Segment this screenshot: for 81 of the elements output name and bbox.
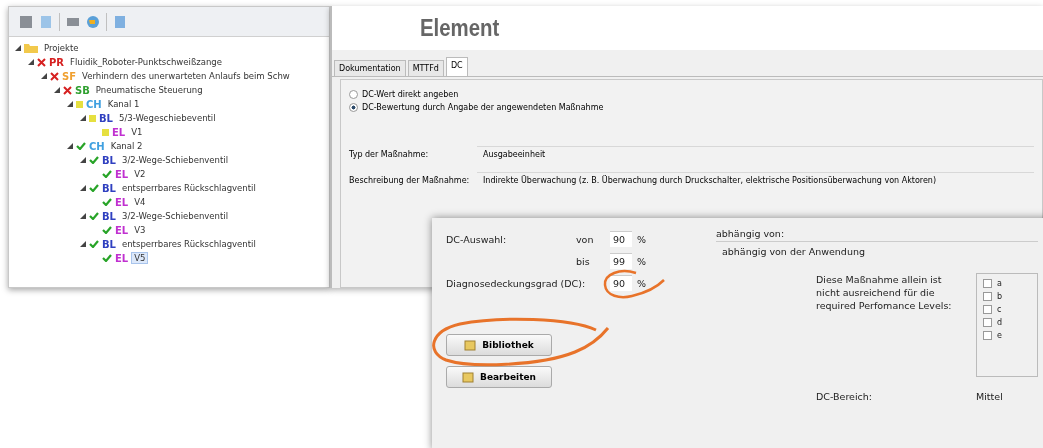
node-type: BL [99,112,113,124]
node-type: EL [115,168,129,180]
field-label: abhängig von: [716,228,1038,242]
checkbox-label: d [997,318,1003,327]
tree-item[interactable]: V1 [128,126,146,138]
checkbox[interactable] [983,292,992,301]
expand-arrow-icon[interactable] [41,73,47,79]
field-label: bis [576,255,591,267]
field-value: Indirekte Überwachung (z. B. Überwachung durch Druckschalter, elektrische Positionsüberwachung von Aktoren) [477,172,1034,188]
field-label: Typ der Maßnahme: [349,149,430,159]
action-button[interactable]: Bearbeiten [446,366,552,388]
checkbox-label: e [997,331,1002,340]
node-type: BL [102,182,116,194]
expand-arrow-icon[interactable] [67,101,73,107]
unit-label: % [636,277,648,289]
number-field[interactable]: 90 [610,231,632,247]
field-label: DC-Auswahl: [446,233,508,245]
tree-item[interactable]: 3/2-Wege-Schiebenventil [119,154,231,166]
node-type: CH [89,140,105,152]
node-type: BL [102,154,116,166]
checkbox[interactable] [983,279,992,288]
tree-item[interactable]: V2 [131,168,149,180]
checkbox[interactable] [983,305,992,314]
tab[interactable]: DC [445,57,468,76]
tree-item[interactable]: V4 [131,196,149,208]
field-label: DC-Bereich: [816,391,874,402]
expand-arrow-icon[interactable] [80,241,86,247]
action-button[interactable]: Bibliothek [446,334,552,356]
node-type: PR [49,56,65,68]
unit-label: % [636,255,648,267]
tree-item[interactable]: Verhindern des unerwarteten Anlaufs beim Schw [79,70,293,82]
radio-label: DC-Bewertung durch Angabe der angewendeten Maßnahme [362,103,604,112]
node-type: CH [86,98,102,110]
tree-item[interactable]: Pneumatische Steuerung [92,84,206,96]
field-value: Mittel [976,391,1003,402]
tree-item[interactable]: entsperrbares Rückschlagventil [119,238,259,250]
checkbox[interactable] [983,331,992,340]
number-field[interactable]: 99 [610,253,632,269]
expand-arrow-icon[interactable] [54,87,60,93]
tab[interactable]: MTTFd [407,60,444,76]
node-type: EL [115,224,129,236]
note-text: Diese Maßnahme allein ist nicht ausreichend für die required Perfomance Levels: [816,273,953,313]
checkbox-label: c [997,305,1002,314]
unit-label: % [636,233,648,245]
panel-title: Element [420,14,500,42]
node-type: EL [115,196,129,208]
expand-arrow-icon[interactable] [80,213,86,219]
field-value: Ausgabeeinheit [477,146,1034,162]
expand-arrow-icon[interactable] [80,185,86,191]
field-label: Diagnosedeckungsgrad (DC): [446,277,587,289]
tree-item[interactable]: V3 [131,224,149,236]
tree-item[interactable]: V5 [131,252,149,264]
number-field[interactable]: 90 [610,275,632,291]
radio-label: DC-Wert direkt angeben [362,90,459,99]
node-type: SB [75,84,90,96]
expand-arrow-icon[interactable] [67,143,73,149]
checkbox-label: a [997,279,1002,288]
field-label: Beschreibung der Maßnahme: [349,175,471,185]
tree-item[interactable]: Projekte [41,42,82,54]
tree-item[interactable]: Kanal 2 [107,140,146,152]
tree-item[interactable]: 5/3-Wegeschiebeventil [116,112,219,124]
radio-button[interactable] [349,90,358,99]
expand-arrow-icon[interactable] [80,157,86,163]
checkbox-label: b [997,292,1003,301]
radio-button[interactable] [349,103,358,112]
expand-arrow-icon[interactable] [80,115,86,121]
node-type: BL [102,238,116,250]
tree-item[interactable]: entsperrbares Rückschlagventil [119,182,259,194]
expand-arrow-icon[interactable] [28,59,34,65]
field-label: von [576,233,595,245]
node-type: SF [62,70,77,82]
node-type: BL [102,210,116,222]
tree-item[interactable]: 3/2-Wege-Schiebenventil [119,210,231,222]
tab[interactable]: Dokumentation [334,60,406,76]
expand-arrow-icon[interactable] [15,45,21,51]
node-type: EL [115,252,129,264]
node-type: EL [112,126,126,138]
checkbox[interactable] [983,318,992,327]
tree-item[interactable]: Kanal 1 [104,98,143,110]
field-value: abhängig von der Anwendung [721,245,866,259]
tree-item[interactable]: Fluidik_Roboter-Punktschweißzange [67,56,225,68]
